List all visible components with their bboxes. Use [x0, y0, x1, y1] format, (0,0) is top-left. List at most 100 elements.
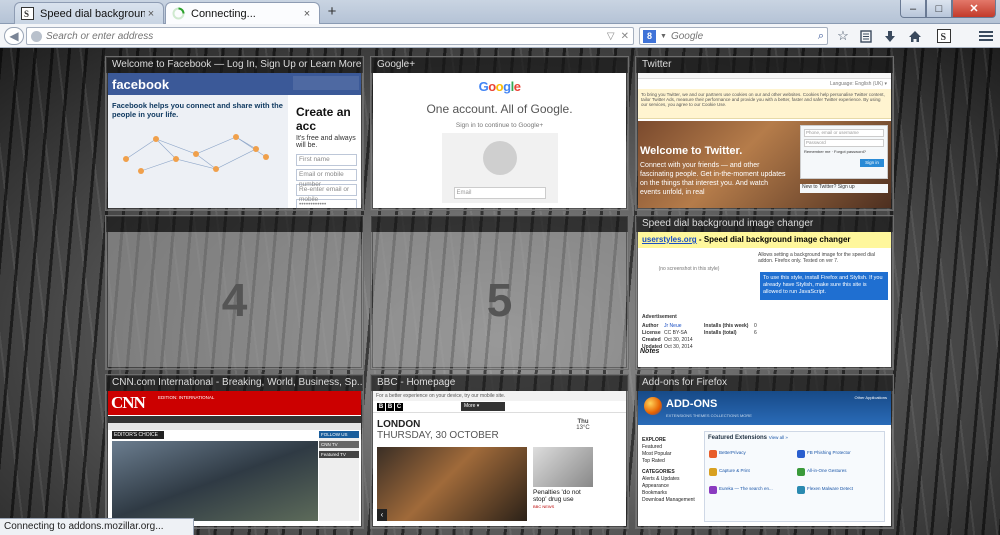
maximize-button[interactable]: □: [926, 0, 952, 18]
notes-heading: Notes: [640, 348, 660, 355]
location-heading: LONDON: [377, 419, 421, 430]
close-tab-icon[interactable]: ×: [301, 8, 313, 20]
downloads-icon[interactable]: [882, 28, 898, 44]
people-map-graphic: [123, 134, 269, 174]
tile-thumbnail: ADD-ONS EXTENSIONS THEMES COLLECTIONS MO…: [638, 391, 891, 526]
tile-title: [106, 216, 363, 232]
address-input[interactable]: [46, 30, 601, 42]
facebook-tagline: Facebook helps you connect and share wit…: [112, 101, 283, 119]
speed-dial-tile-twitter[interactable]: Twitter Language: English (UK) ▾ To brin…: [635, 56, 894, 211]
tile-title: Speed dial background image changer: [636, 216, 893, 232]
password-field: ••••••••••••: [296, 199, 357, 208]
email-field: Email or mobile number: [296, 169, 357, 188]
back-button[interactable]: ◀: [4, 27, 24, 45]
extension-item: Capture & Print: [709, 468, 789, 476]
category-item: Appearance: [642, 483, 669, 489]
tab-speed-dial[interactable]: S Speed dial background im... ×: [14, 2, 164, 24]
meta-row: Author Jr Neue Installs (this week) 0: [642, 323, 757, 329]
tile-title: Welcome to Facebook — Log In, Sign Up or…: [106, 57, 363, 73]
title-bar: S Speed dial background im... × Connecti…: [0, 0, 1000, 24]
tile-thumbnail: userstyles.org - Speed dial background i…: [638, 232, 891, 367]
close-tab-icon[interactable]: ×: [145, 8, 157, 20]
tab-label: Connecting...: [191, 7, 256, 20]
language-select: Language: English (UK) ▾: [830, 81, 887, 87]
new-to-twitter: New to Twitter? Sign up: [800, 184, 888, 193]
tab-label: Speed dial background im...: [40, 7, 145, 20]
cnn-nav: [108, 416, 361, 423]
google-logo: Google: [478, 79, 521, 94]
signin-card: Email: [441, 133, 558, 203]
new-tab-button[interactable]: +: [324, 4, 340, 20]
explore-item: Most Popular: [642, 451, 672, 457]
no-screenshot-label: (no screenshot in this style): [658, 266, 720, 272]
extension-item: BetterPrivacy: [709, 450, 789, 458]
window-controls: – □ ✕: [900, 0, 996, 18]
editors-choice-label: EDITOR'S CHOICE: [112, 431, 164, 439]
stylish-icon[interactable]: S: [936, 28, 952, 44]
bbc-story-headline: Penalties 'do not stop' drug use BBC NEWS: [533, 489, 595, 510]
tile-title: BBC - Homepage: [371, 375, 628, 391]
install-notice: To use this style, install Firefox and S…: [760, 272, 888, 300]
tile-thumbnail: CNN EDITION: INTERNATIONAL EDITOR'S CHOI…: [108, 391, 361, 526]
speed-dial-tile-empty-5[interactable]: 5: [370, 215, 629, 370]
weather-temp: 13°C: [576, 425, 590, 431]
firefox-logo-icon: [644, 397, 662, 415]
stop-icon[interactable]: ✕: [621, 31, 629, 42]
mobile-notice: For a better experience on your device, …: [373, 391, 626, 401]
tile-thumbnail: facebook Facebook helps you connect and …: [108, 73, 361, 208]
other-apps-link: Other Applications: [854, 395, 887, 400]
home-icon[interactable]: [907, 28, 923, 44]
speed-dial-tile-bbc[interactable]: BBC - Homepage For a better experience o…: [370, 374, 629, 529]
speed-dial-tile-addons[interactable]: Add-ons for Firefox ADD-ONS EXTENSIONS T…: [635, 374, 894, 529]
category-item: Alerts & Updates: [642, 476, 680, 482]
userstyles-header: userstyles.org - Speed dial background i…: [638, 232, 891, 248]
close-window-button[interactable]: ✕: [952, 0, 996, 18]
meta-row: Updated Oct 30, 2014: [642, 344, 693, 350]
userstyles-link: userstyles.org: [642, 235, 697, 244]
search-engine-icon[interactable]: 8: [643, 29, 656, 43]
addons-sidebar: EXPLORE Featured Most Popular Top Rated …: [642, 433, 698, 504]
email-field: Email: [453, 187, 546, 199]
signup-subheading: It's free and always will be.: [296, 135, 356, 149]
story-source: BBC NEWS: [533, 504, 555, 509]
bbc-story-image: [533, 447, 593, 487]
dropdown-icon[interactable]: ▽: [607, 31, 615, 42]
bbc-lead-image: [377, 447, 527, 521]
sign-in-button: Sign in: [860, 159, 884, 167]
weather-widget: Thu 13°C: [569, 419, 597, 431]
tile-title: Add-ons for Firefox: [636, 375, 893, 391]
speed-dial-tile-google-plus[interactable]: Google+ Google One account. All of Googl…: [370, 56, 629, 211]
minimize-button[interactable]: –: [900, 0, 926, 18]
follow-us-label: FOLLOW US: [319, 431, 359, 438]
search-bar[interactable]: 8 ▼ ⌕: [639, 27, 828, 45]
tile-thumbnail: 5: [373, 232, 626, 367]
explore-heading: EXPLORE: [642, 437, 666, 443]
address-bar[interactable]: ▽ ✕: [26, 27, 634, 45]
speed-dial-tile-userstyles[interactable]: Speed dial background image changer user…: [635, 215, 894, 370]
twitter-hero: Welcome to Twitter. Connect with your fr…: [638, 121, 891, 208]
tile-title: CNN.com International - Breaking, World,…: [106, 375, 363, 391]
speed-dial-tile-facebook[interactable]: Welcome to Facebook — Log In, Sign Up or…: [105, 56, 364, 211]
speed-dial-tile-cnn[interactable]: CNN.com International - Breaking, World,…: [105, 374, 364, 529]
speed-dial-tile-empty-4[interactable]: 4: [105, 215, 364, 370]
globe-icon: [31, 30, 42, 42]
status-text: Connecting to addons.mozillar.org...: [0, 518, 194, 535]
menu-icon[interactable]: [978, 28, 994, 44]
facebook-logo: facebook: [112, 77, 170, 92]
engine-dropdown-icon[interactable]: ▼: [660, 33, 667, 40]
twitter-login-box: Phone, email or username Password Rememb…: [800, 125, 888, 179]
bookmark-star-icon[interactable]: ☆: [835, 28, 851, 44]
google-subtitle: Sign in to continue to Google+: [455, 122, 544, 129]
signup-panel: Create an acc It's free and always will …: [292, 95, 361, 208]
bookmarks-list-icon[interactable]: [858, 28, 874, 44]
first-name-field: First name: [296, 154, 357, 166]
featured-tv-label: Featured TV: [319, 451, 359, 458]
tab-connecting[interactable]: Connecting... ×: [165, 2, 320, 24]
search-input[interactable]: [670, 30, 818, 42]
phone-field: Phone, email or username: [804, 129, 884, 137]
tile-title: [371, 216, 628, 232]
magnifier-icon[interactable]: ⌕: [818, 30, 824, 43]
loading-spinner-icon: [172, 7, 185, 20]
facebook-header: facebook: [108, 73, 361, 95]
reenter-email-field: Re-enter email or mobile: [296, 184, 357, 203]
